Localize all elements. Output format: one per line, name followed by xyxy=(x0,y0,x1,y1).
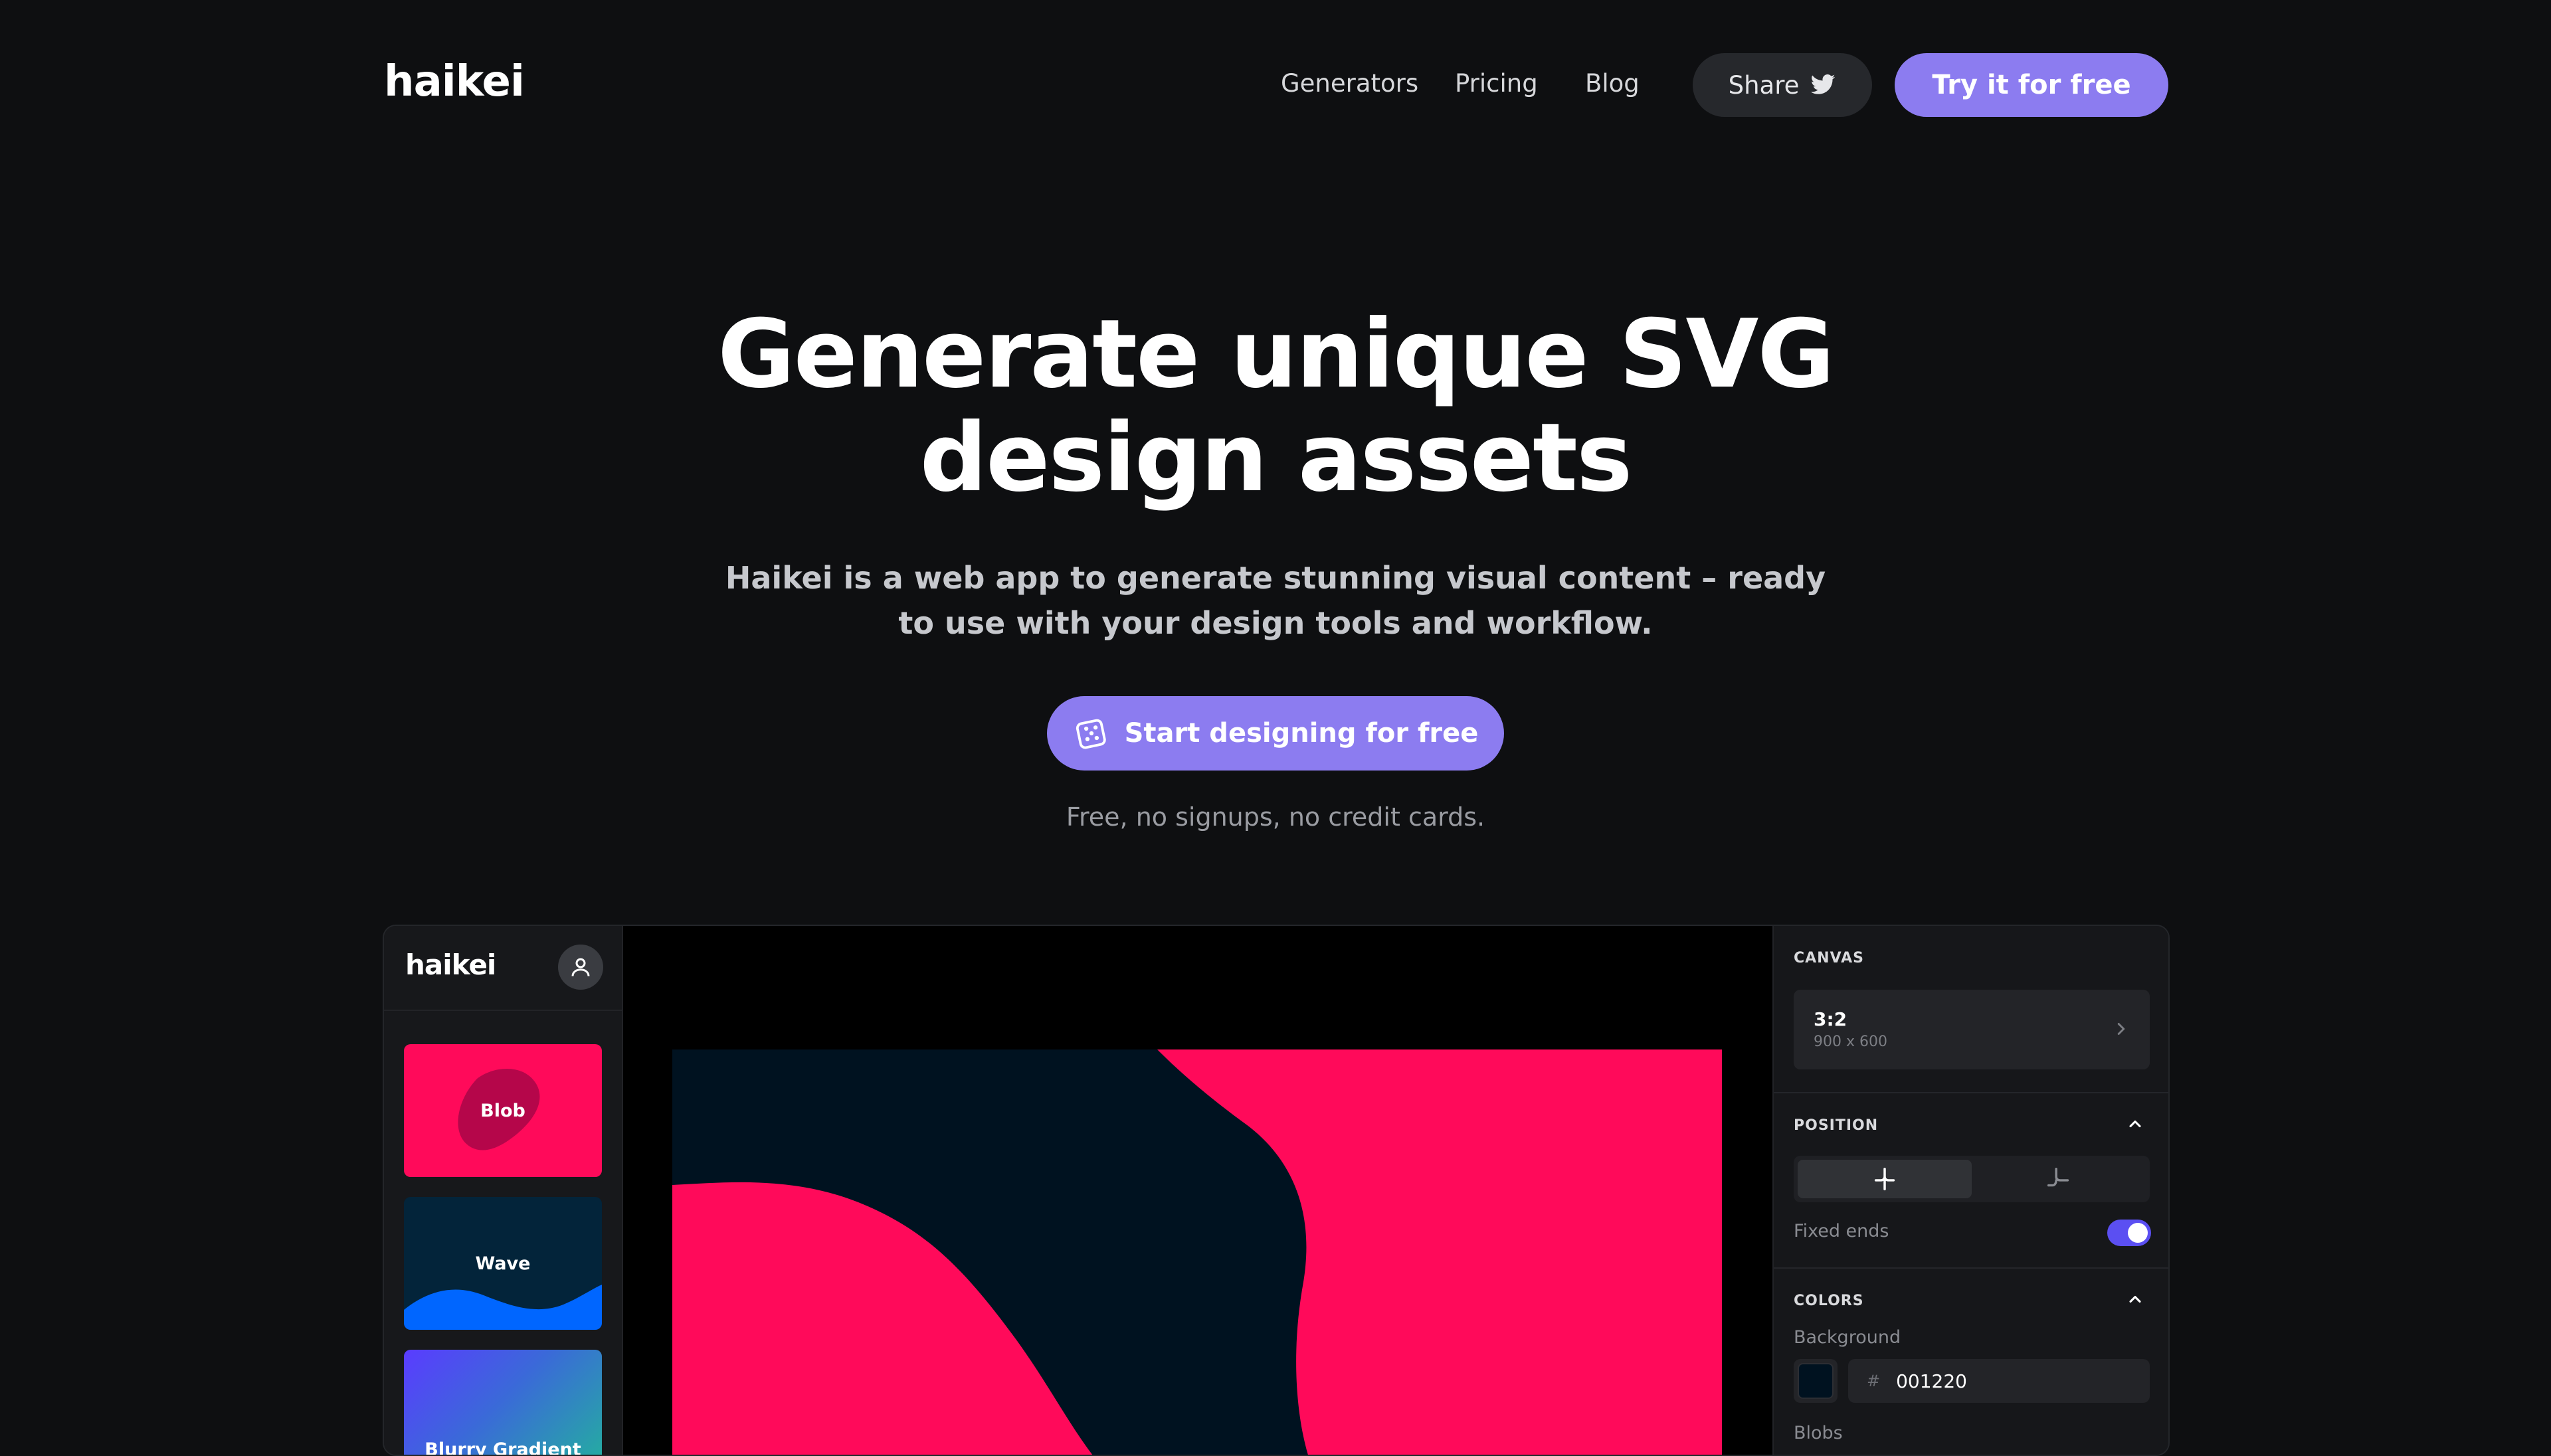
canvas-dimensions: 900 x 600 xyxy=(1814,1034,1887,1050)
hero-title: Generate unique SVG design assets xyxy=(0,303,2551,510)
canvas-artwork xyxy=(672,1049,1722,1455)
colors-heading: COLORS xyxy=(1794,1293,1864,1309)
twitter-bird-icon xyxy=(1811,74,1836,94)
try-it-free-button[interactable]: Try it for free xyxy=(1895,53,2168,117)
user-icon xyxy=(571,958,590,976)
hero-title-line-2: design assets xyxy=(919,403,1633,513)
app-preview: haikei Blob Wave Blurry Gradient CANVAS … xyxy=(383,925,2170,1456)
hero-title-line-1: Generate unique SVG xyxy=(717,300,1835,409)
hex-value: 001220 xyxy=(1896,1370,1967,1392)
position-segmented-control xyxy=(1794,1156,2150,1202)
cta-note: Free, no signups, no credit cards. xyxy=(1066,802,1485,832)
position-heading: POSITION xyxy=(1794,1117,1879,1134)
generator-card-label: Blurry Gradient xyxy=(425,1439,581,1456)
haikei-logo[interactable]: haikei xyxy=(384,57,525,106)
panel-divider xyxy=(1774,1092,2168,1093)
start-designing-button[interactable]: Start designing for free xyxy=(1047,696,1504,771)
background-color-swatch[interactable] xyxy=(1794,1359,1838,1403)
fixed-ends-toggle[interactable] xyxy=(2107,1220,2151,1246)
position-option-inward[interactable] xyxy=(1798,1160,1972,1198)
hero-subtitle: Haikei is a web app to generate stunning… xyxy=(725,560,1826,641)
nav-link-generators[interactable]: Generators xyxy=(1281,69,1418,98)
swatch-fill xyxy=(1798,1363,1834,1399)
share-button[interactable]: Share xyxy=(1693,53,1872,117)
canvas-heading: CANVAS xyxy=(1794,950,1864,966)
canvas-size-selector[interactable]: 3:2 900 x 600 xyxy=(1794,990,2150,1069)
generator-sidebar: haikei Blob Wave Blurry Gradient xyxy=(384,926,623,1456)
generator-card-blurry-gradient[interactable]: Blurry Gradient xyxy=(404,1350,602,1456)
corner-curve-alt-icon xyxy=(2047,1167,2069,1187)
app-logo[interactable]: haikei xyxy=(405,949,496,981)
corner-curve-icon xyxy=(1874,1167,1895,1191)
share-label: Share xyxy=(1728,70,1800,100)
panel-divider xyxy=(1774,1267,2168,1269)
dice-icon xyxy=(1076,719,1106,749)
position-option-outward[interactable] xyxy=(1972,1160,2146,1198)
generator-card-blob[interactable]: Blob xyxy=(404,1044,602,1177)
nav-link-pricing[interactable]: Pricing xyxy=(1455,69,1538,98)
sidebar-header: haikei xyxy=(384,926,623,1011)
cta-label: Start designing for free xyxy=(1124,718,1479,749)
settings-panel: CANVAS 3:2 900 x 600 POSITION Fixed ends… xyxy=(1772,926,2168,1455)
fixed-ends-label: Fixed ends xyxy=(1794,1221,1889,1241)
generator-card-label: Wave xyxy=(475,1253,531,1274)
top-nav: haikei Generators Pricing Blog Share Try… xyxy=(0,0,2551,173)
generator-card-wave[interactable]: Wave xyxy=(404,1197,602,1330)
chevron-up-icon[interactable] xyxy=(2126,1290,2144,1309)
avatar[interactable] xyxy=(558,945,603,990)
background-label: Background xyxy=(1794,1327,1901,1348)
toggle-knob xyxy=(2128,1223,2148,1243)
design-canvas[interactable] xyxy=(623,926,1772,1455)
chevron-right-icon xyxy=(2117,1023,2125,1035)
generator-card-label: Blob xyxy=(480,1100,525,1121)
background-hex-input[interactable]: # 001220 xyxy=(1848,1359,2150,1403)
blobs-label: Blobs xyxy=(1794,1423,1843,1443)
canvas-ratio: 3:2 xyxy=(1814,1008,1847,1030)
nav-link-blog[interactable]: Blog xyxy=(1585,69,1640,98)
chevron-up-icon[interactable] xyxy=(2126,1115,2144,1133)
hex-hash: # xyxy=(1867,1372,1881,1390)
